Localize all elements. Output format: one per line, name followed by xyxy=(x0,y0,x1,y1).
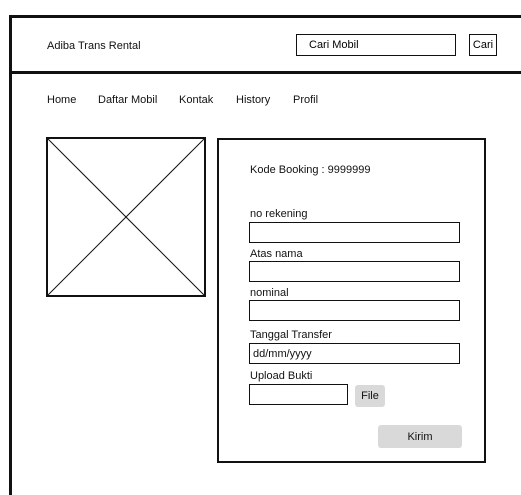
nav-profil[interactable]: Profil xyxy=(293,94,318,106)
search-input[interactable] xyxy=(296,34,456,56)
nav-kontak[interactable]: Kontak xyxy=(179,94,213,106)
car-image-placeholder xyxy=(46,137,206,297)
nav-daftar-mobil[interactable]: Daftar Mobil xyxy=(98,94,157,106)
header-divider xyxy=(9,71,521,74)
submit-button[interactable]: Kirim xyxy=(378,425,462,448)
nav-home[interactable]: Home xyxy=(47,94,76,106)
booking-code: Kode Booking : 9999999 xyxy=(250,164,371,176)
upload-file-field[interactable] xyxy=(249,384,348,405)
account-name-label: Atas nama xyxy=(250,248,303,260)
amount-label: nominal xyxy=(250,287,289,299)
search-button[interactable]: Cari xyxy=(469,34,497,56)
nav-history[interactable]: History xyxy=(236,94,270,106)
amount-field[interactable] xyxy=(249,300,460,321)
transfer-date-field[interactable] xyxy=(249,343,460,364)
account-number-label: no rekening xyxy=(250,208,308,220)
transfer-date-label: Tanggal Transfer xyxy=(250,329,332,341)
brand-title: Adiba Trans Rental xyxy=(47,40,141,52)
file-button[interactable]: File xyxy=(355,385,385,407)
account-name-field[interactable] xyxy=(249,261,460,282)
upload-label: Upload Bukti xyxy=(250,370,313,382)
account-number-field[interactable] xyxy=(249,222,460,243)
